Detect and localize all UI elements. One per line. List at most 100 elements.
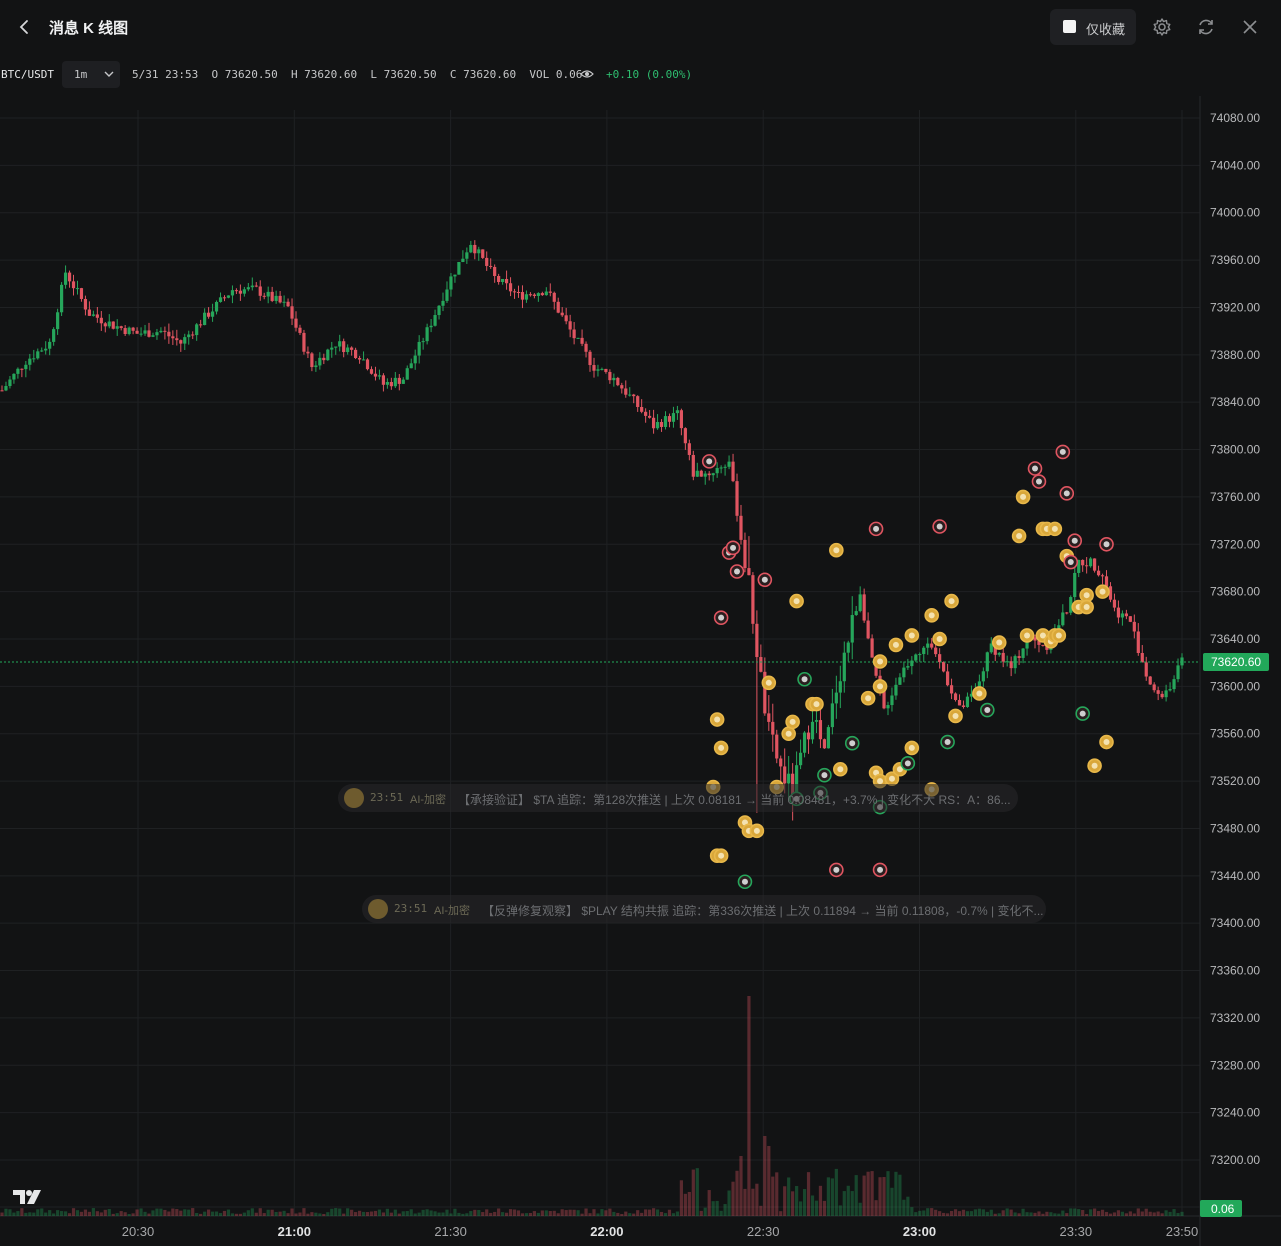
message-marker-avatar [1063, 490, 1070, 497]
message-marker-avatar [904, 760, 911, 767]
volume-bar [604, 1210, 608, 1216]
volume-bar [433, 1211, 437, 1216]
volume-bar [655, 1209, 660, 1216]
message-marker-avatar [761, 576, 768, 583]
candle [1148, 676, 1152, 685]
volume-bar [866, 1171, 870, 1216]
volume-bar [564, 1210, 568, 1216]
volume-bar [993, 1213, 997, 1216]
volume-bar [723, 1204, 727, 1216]
volume-bar [44, 1212, 48, 1216]
candle [361, 359, 366, 361]
volume-bar [1128, 1211, 1132, 1216]
refresh-icon[interactable] [1195, 16, 1217, 38]
volume-bar [890, 1187, 894, 1216]
chart-background [0, 96, 1281, 1246]
candle [544, 291, 548, 296]
price-axis-label: 73640.00 [1210, 632, 1260, 646]
message-marker-avatar [837, 766, 844, 773]
volume-bar [469, 1211, 473, 1216]
price-axis-label: 73840.00 [1210, 395, 1260, 409]
volume-bar [727, 1190, 731, 1216]
interval-select[interactable]: 1m [62, 61, 120, 88]
candle [1104, 576, 1109, 587]
gear-icon[interactable] [1151, 16, 1173, 38]
candlestick-chart[interactable]: 74080.00 74040.00 74000.00 73960.00 73920.00… [0, 96, 1281, 1246]
volume-bar [572, 1209, 576, 1216]
candle [520, 292, 525, 300]
volume-bar [711, 1201, 715, 1216]
volume-bar [417, 1212, 421, 1216]
candle [409, 363, 413, 369]
back-arrow-icon[interactable] [14, 16, 36, 38]
close-icon[interactable] [1239, 16, 1261, 38]
eye-icon[interactable] [580, 68, 594, 80]
volume-bar [648, 1209, 652, 1216]
candle [858, 594, 862, 612]
last-volume-label: 0.06 [1211, 1202, 1235, 1216]
volume-bar [441, 1212, 445, 1216]
volume-bar [882, 1177, 886, 1216]
candle [1021, 648, 1025, 658]
message-marker-avatar [892, 641, 899, 648]
volume-bar [95, 1211, 99, 1216]
candle [1116, 607, 1121, 618]
candle [246, 287, 250, 290]
checkbox-icon[interactable] [1063, 20, 1076, 33]
message-marker-avatar [888, 775, 895, 782]
volume-bar [24, 1212, 28, 1216]
volume-bar [528, 1213, 533, 1216]
candle [655, 422, 660, 429]
volume-bar [1168, 1211, 1172, 1216]
volume-bar [28, 1212, 32, 1216]
message-toast[interactable]: 23:51 AI-加密 【承接验证】 $TA 追踪：第128次推送 | 上次 0… [338, 784, 1018, 812]
volume-bar [830, 1178, 834, 1216]
volume-bar [119, 1211, 123, 1216]
volume-bar [874, 1200, 878, 1216]
message-marker-avatar [1051, 525, 1058, 532]
candle [926, 643, 930, 648]
last-price-label: 73620.60 [1211, 655, 1261, 669]
volume-bar [214, 1211, 219, 1216]
price-axis-label: 73320.00 [1210, 1011, 1260, 1025]
candle [667, 416, 672, 422]
volume-bar [405, 1211, 409, 1216]
candle [290, 306, 294, 319]
time-axis-label: 21:30 [434, 1224, 467, 1239]
volume-bar [1085, 1213, 1089, 1216]
candle [417, 341, 421, 356]
candle [930, 643, 934, 648]
volume-bar [489, 1212, 493, 1216]
volume-bar [147, 1213, 151, 1216]
candle [103, 323, 107, 327]
candle [449, 276, 453, 290]
volume-bar [151, 1210, 155, 1216]
volume-bar [584, 1208, 588, 1216]
volume-bar [759, 1205, 763, 1216]
price-axis-label: 73800.00 [1210, 443, 1260, 457]
candle [16, 368, 20, 374]
volume-bar [63, 1211, 68, 1216]
candle [830, 703, 834, 728]
candle [79, 288, 84, 299]
candle [751, 575, 755, 624]
message-toast[interactable]: 23:51 AI-加密 【反弹修复观察】 $PLAY 结构共振 追踪：第336次… [362, 895, 1046, 923]
favorites-only-toggle[interactable]: 仅收藏 [1050, 9, 1136, 45]
volume-bar [179, 1210, 183, 1216]
volume-bar [675, 1211, 680, 1216]
candle [898, 677, 902, 685]
candle [151, 335, 155, 337]
candle [945, 671, 950, 686]
candle [397, 377, 401, 384]
message-marker-avatar [801, 676, 808, 683]
volume-bar [1112, 1212, 1117, 1216]
candle [616, 377, 620, 386]
candle [218, 297, 223, 302]
candle [536, 293, 540, 296]
volume-bar [751, 1188, 755, 1216]
volume-bar [0, 1212, 4, 1216]
volume-bar [127, 1213, 131, 1216]
candle [957, 700, 962, 706]
time-axis-label: 22:30 [747, 1224, 780, 1239]
candle [59, 284, 64, 313]
